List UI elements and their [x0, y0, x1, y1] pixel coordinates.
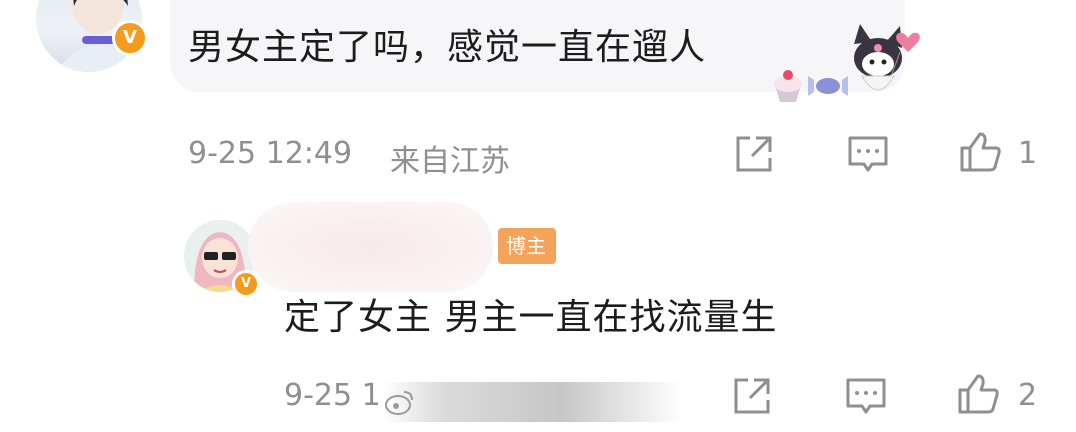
host-badge: 博主: [498, 228, 556, 264]
comment-icon[interactable]: [846, 132, 890, 176]
verified-badge: V: [232, 270, 260, 298]
reply-text: 定了女主 男主一直在找流量生: [284, 297, 778, 338]
comment-icon[interactable]: [844, 374, 888, 418]
comment-text: 男女主定了吗，感觉一直在遛人: [188, 27, 707, 68]
comment-date: 9-25 12:49: [188, 136, 353, 171]
verified-badge: V: [112, 20, 148, 56]
like-count: 2: [1018, 378, 1038, 413]
reply-date: 9-25 1: [284, 378, 381, 413]
watermark-blur: [382, 382, 682, 422]
like-icon[interactable]: [956, 372, 1000, 416]
weibo-logo-icon: [385, 391, 413, 415]
like-count: 1: [1018, 136, 1038, 171]
username-redacted: [248, 202, 493, 292]
share-icon[interactable]: [732, 132, 776, 176]
kuromi-sticker: [774, 24, 920, 102]
like-icon[interactable]: [958, 130, 1002, 174]
comment-location: 来自江苏: [390, 144, 510, 179]
share-icon[interactable]: [730, 374, 774, 418]
